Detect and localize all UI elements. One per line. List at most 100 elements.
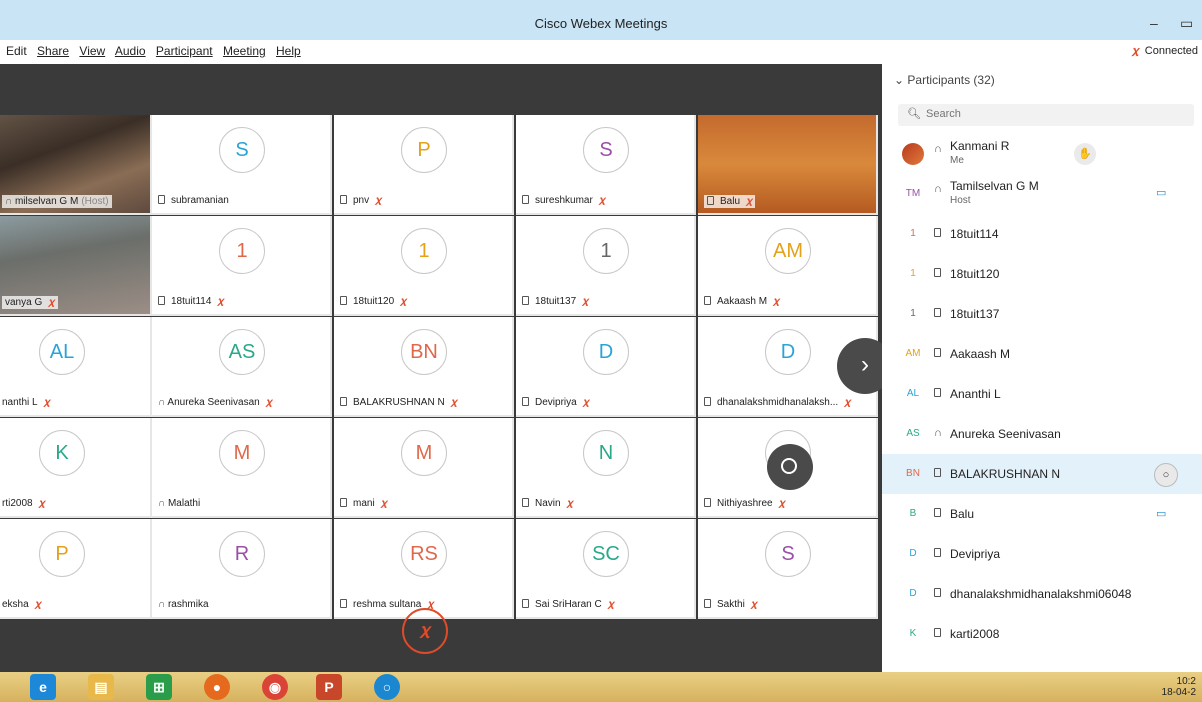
internet-explorer-icon[interactable]: e [30,674,56,700]
avatar: M [219,430,265,476]
minimize-button[interactable]: – [1150,15,1158,31]
video-tile[interactable]: vanya G 𝛘 [0,216,152,316]
mic-muted-icon: 𝛘 [265,397,273,408]
phone-icon [340,599,347,608]
participant-row[interactable]: Kkarti2008 [882,614,1202,654]
mic-muted-icon: 𝛘 [598,195,606,206]
video-tile[interactable]: AS ∩ Anureka Seenivasan 𝛘 [152,317,332,417]
avatar: 1 [910,268,916,279]
video-tile[interactable]: SC Sai SriHaran C 𝛘 [516,519,696,619]
menu-audio[interactable]: Audio [115,44,146,58]
raise-hand-icon[interactable]: ✋ [1074,143,1096,165]
video-tile[interactable]: N Navin 𝛘 [516,418,696,518]
participant-row[interactable]: 1 18tuit137 [882,294,1202,334]
mic-muted-icon: 𝛘 [582,296,589,307]
participant-row[interactable]: D Devipriya [882,534,1202,574]
chat-icon[interactable] [767,444,813,490]
phone-icon [522,195,529,204]
video-tile[interactable]: M ∩ Malathi [152,418,332,518]
menu-edit[interactable]: Edit [6,44,27,58]
participant-row[interactable]: Ddhanalakshmidhanalakshmi06048 [882,574,1202,614]
restore-button[interactable]: ▭ [1180,15,1193,32]
tile-name: ∩ Anureka Seenivasan 𝛘 [158,397,272,408]
tile-name-label: Sakthi [717,599,745,610]
mic-muted-icon: 𝛘 [450,397,458,408]
video-tile[interactable]: Balu 𝛘 [698,115,878,215]
clock-date: 18-04-2 [1161,687,1196,698]
participants-header[interactable]: ⌄ Participants (32) [894,73,995,87]
taskbar: e ▤ ⊞ ● ◉ P ○ 10:2 18-04-2 [0,672,1202,702]
mic-muted-icon: 𝛘 [1131,45,1139,57]
video-tile[interactable]: Mmani 𝛘 [334,418,514,518]
mic-muted-icon: 𝛘 [773,296,780,307]
phone-icon [704,397,711,406]
video-tile[interactable]: D Devipriya 𝛘 [516,317,696,417]
tile-name-label: pnv [353,195,370,206]
participant-name: dhanalakshmidhanalakshmi06048 [950,587,1132,601]
participant-row[interactable]: AL Ananthi L [882,374,1202,414]
tile-name: sureshkumar 𝛘 [522,195,605,206]
connection-label: Connected [1144,45,1198,57]
phone-icon [934,388,941,397]
mic-muted-icon: 𝛘 [217,296,224,307]
avatar: P [39,531,85,577]
file-explorer-icon[interactable]: ▤ [88,674,114,700]
menu-view[interactable]: View [79,44,105,58]
menu-meeting[interactable]: Meeting [223,44,266,58]
search-box[interactable]: 🔍︎ [898,104,1194,126]
video-tile[interactable]: Ssureshkumar 𝛘 [516,115,696,215]
phone-icon [158,296,165,305]
phone-icon [340,195,347,204]
avatar: S [583,127,629,173]
video-tile[interactable]: BN BALAKRUSHNAN N 𝛘 [334,317,514,417]
participants-header-label: Participants (32) [907,73,995,87]
video-tile[interactable]: R ∩ rashmika [152,519,332,619]
video-tile[interactable]: ∩ milselvan G M (Host) [0,115,152,215]
avatar: 1 [910,228,916,239]
video-tile[interactable]: 1 18tuit120 𝛘 [334,216,514,316]
avatar: M [401,430,447,476]
video-tile[interactable]: RS reshma sultana 𝛘 [334,519,514,619]
search-input[interactable] [926,108,1176,120]
video-icon[interactable]: ▭ [1156,186,1166,199]
mute-button[interactable]: 𝛘 [402,608,448,654]
video-tile[interactable]: Peksha 𝛘 [0,519,152,619]
tile-name: Navin 𝛘 [522,498,573,509]
phone-icon [934,348,941,357]
video-tile[interactable]: Ssubramanian [152,115,332,215]
tile-name-label: Aakaash M [717,296,768,307]
device-icon [934,587,947,599]
participant-row[interactable]: ∩ Kanmani R Me ✋ [882,134,1202,174]
participant-row[interactable]: AM Aakaash M [882,334,1202,374]
video-tile[interactable]: AM Aakaash M 𝛘 [698,216,878,316]
video-tile[interactable]: Krti2008 𝛘 [0,418,152,518]
video-tile[interactable]: 1 18tuit137 𝛘 [516,216,696,316]
video-tile[interactable]: Ppnv 𝛘 [334,115,514,215]
participant-row[interactable]: B Balu ▭ [882,494,1202,534]
powerpoint-icon[interactable]: P [316,674,342,700]
chat-icon[interactable]: ○ [1154,463,1178,487]
phone-icon [522,498,529,507]
avatar: AM [765,228,811,274]
menu-share[interactable]: Share [37,44,69,58]
tile-name: 18tuit120 𝛘 [340,296,406,307]
chevron-right-icon: › [861,351,869,378]
store-icon[interactable]: ⊞ [146,674,172,700]
participant-row[interactable]: 1 18tuit120 [882,254,1202,294]
firefox-icon[interactable]: ● [204,674,230,700]
tile-name: 18tuit114 𝛘 [158,296,224,307]
system-tray[interactable]: 10:2 18-04-2 [1162,676,1196,698]
participant-row[interactable]: BN BALAKRUSHNAN N ○ [882,454,1202,494]
menu-help[interactable]: Help [276,44,301,58]
webex-icon[interactable]: ○ [374,674,400,700]
menu-participant[interactable]: Participant [156,44,213,58]
headset-icon: ∩ [158,599,168,610]
video-tile[interactable]: S Sakthi 𝛘 [698,519,878,619]
video-tile[interactable]: AL nanthi L 𝛘 [0,317,152,417]
video-tile[interactable]: 1 18tuit114 𝛘 [152,216,332,316]
participant-row[interactable]: AS ∩ Anureka Seenivasan [882,414,1202,454]
participant-row[interactable]: TM ∩ Tamilselvan G M Host ▭ [882,174,1202,214]
video-icon[interactable]: ▭ [1156,507,1166,520]
participant-row[interactable]: 1 18tuit114 [882,214,1202,254]
chrome-icon[interactable]: ◉ [262,674,288,700]
